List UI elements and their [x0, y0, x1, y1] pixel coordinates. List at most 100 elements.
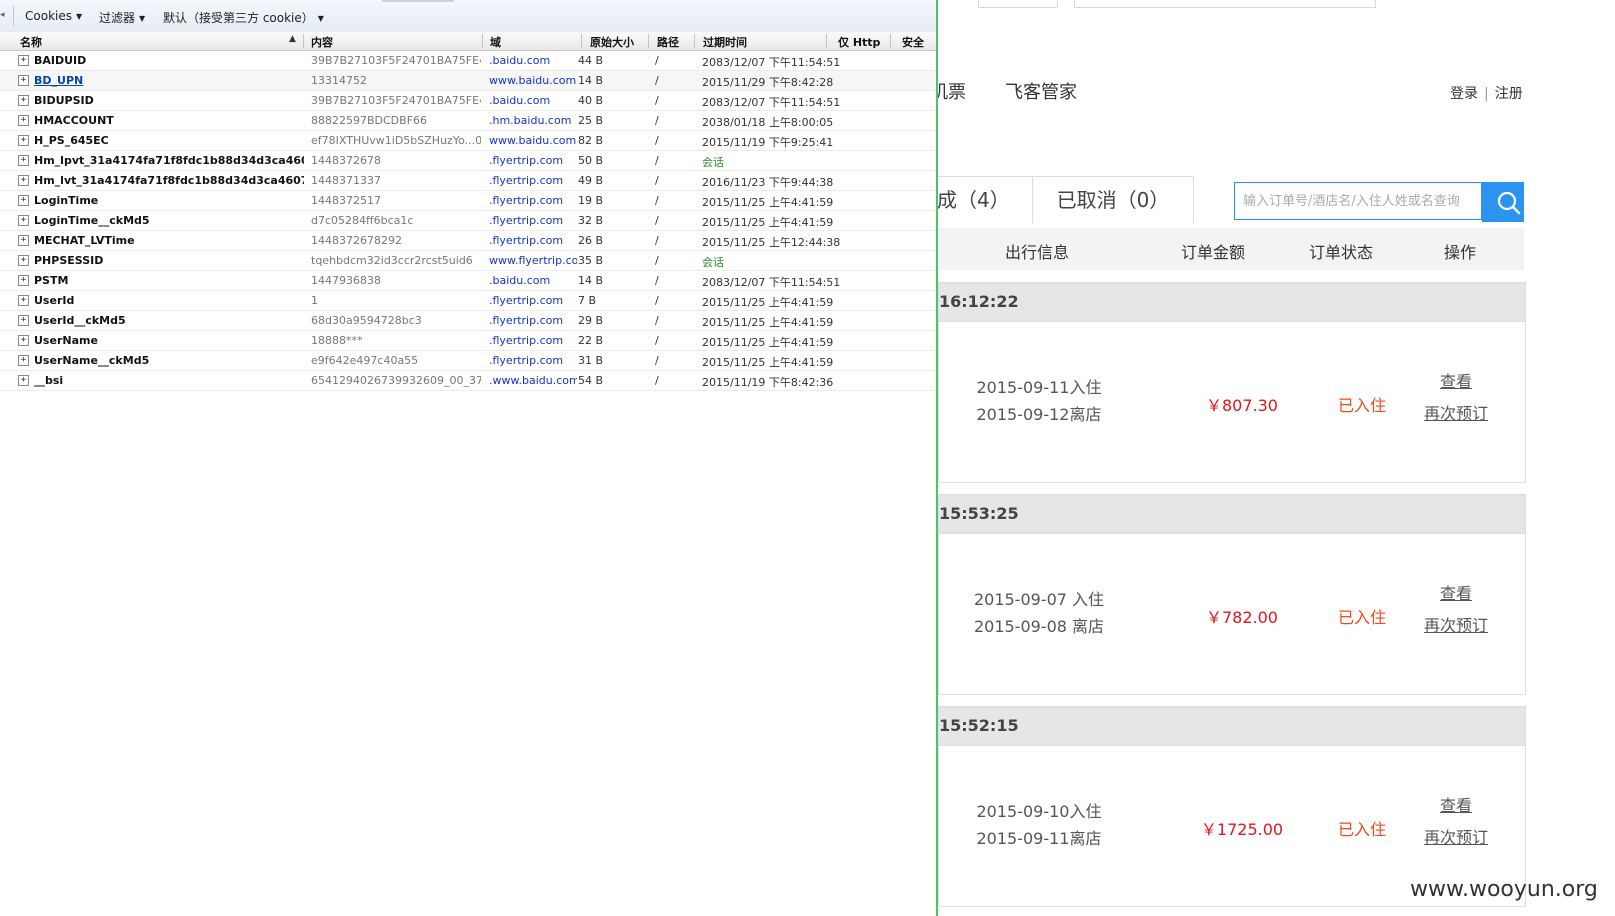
- view-order-link[interactable]: 查看: [1406, 366, 1506, 398]
- expand-icon[interactable]: +: [18, 355, 29, 366]
- expand-icon[interactable]: +: [18, 195, 29, 206]
- cookie-path: /: [655, 154, 659, 167]
- cookie-domain: .flyertrip.com: [489, 334, 564, 347]
- cookie-value: 88822597BDCDBF66: [311, 114, 428, 127]
- tab-completed[interactable]: 成（4）: [930, 176, 1040, 223]
- expand-icon[interactable]: +: [18, 155, 29, 166]
- cookie-size: 44 B: [578, 54, 604, 67]
- column-domain[interactable]: 域: [490, 34, 501, 50]
- cookie-row[interactable]: + BIDUPSID 39B7B27103F5F24701BA75FE4F0E .ba…: [0, 91, 936, 111]
- column-divider[interactable]: [581, 34, 582, 48]
- cookie-path: /: [655, 74, 659, 87]
- cookie-row[interactable]: + __bsi 6541294026739932609_00_37_R_ .www.b…: [0, 371, 936, 391]
- cookie-size: 29 B: [578, 314, 604, 327]
- expand-icon[interactable]: +: [18, 235, 29, 246]
- cookie-row[interactable]: + MECHAT_LVTime 1448372678292 .flyertrip.co…: [0, 231, 936, 251]
- cookie-value: e9f642e497c40a55: [311, 354, 419, 367]
- order-time: 15:53:25: [939, 495, 1525, 534]
- cookie-row[interactable]: + LoginTime__ckMd5 d7c05284ff6bca1c .flyert…: [0, 211, 936, 231]
- expand-icon[interactable]: +: [18, 295, 29, 306]
- auth-separator: |: [1484, 86, 1489, 102]
- toolbar-grip-icon[interactable]: ◂: [0, 10, 5, 20]
- cookie-value: 18888***: [311, 334, 363, 347]
- expand-icon[interactable]: +: [18, 115, 29, 126]
- order-search-input[interactable]: [1234, 182, 1482, 220]
- chevron-down-icon: ▼: [139, 14, 146, 23]
- cookie-expires: 2083/12/07 下午11:54:51: [702, 56, 841, 69]
- column-path[interactable]: 路径: [657, 34, 679, 50]
- cookie-row[interactable]: + BAIDUID 39B7B27103F5F24701BA75FE4F0E .bai…: [0, 51, 936, 71]
- column-http-only[interactable]: 仅 Http: [838, 34, 880, 50]
- cookie-size: 35 B: [578, 254, 604, 267]
- column-secure[interactable]: 安全: [902, 34, 924, 50]
- header-action: 操作: [1444, 243, 1477, 262]
- cookie-expires: 2083/12/07 下午11:54:51: [702, 276, 841, 289]
- search-button[interactable]: [1482, 182, 1524, 222]
- order-time: 16:12:22: [939, 283, 1525, 322]
- cookie-size: 19 B: [578, 194, 604, 207]
- expand-icon[interactable]: +: [18, 95, 29, 106]
- rebook-link[interactable]: 再次预订: [1406, 822, 1506, 854]
- cookie-policy-menu[interactable]: 默认（接受第三方 cookie） ▼: [163, 9, 324, 26]
- cookie-expires: 2038/01/18 上午8:00:05: [702, 116, 834, 129]
- cookie-name: UserId__ckMd5: [34, 314, 126, 327]
- order-amount: ￥1725.00: [1200, 820, 1284, 839]
- column-divider[interactable]: [826, 34, 827, 48]
- cookie-domain: www.baidu.com: [489, 74, 577, 87]
- tab-cancelled[interactable]: 已取消（0）: [1032, 176, 1194, 223]
- cookie-row[interactable]: + Hm_lvt_31a4174fa71f8fdc1b88d34d3ca4607e…: [0, 171, 936, 191]
- expand-icon[interactable]: +: [18, 55, 29, 66]
- cookie-path: /: [655, 214, 659, 227]
- column-divider[interactable]: [303, 34, 304, 48]
- cookie-row[interactable]: + UserId__ckMd5 68d30a9594728bc3 .flyertrip…: [0, 311, 936, 331]
- filter-menu[interactable]: 过滤器 ▼: [99, 9, 145, 26]
- rebook-link[interactable]: 再次预订: [1406, 398, 1506, 430]
- cookie-expires: 2015/11/25 上午4:41:59: [702, 336, 834, 349]
- cookie-value: 1448372678292: [311, 234, 402, 247]
- sort-asc-icon: ▲: [289, 34, 296, 44]
- column-name[interactable]: 名称: [20, 34, 42, 50]
- column-size[interactable]: 原始大小: [590, 34, 634, 50]
- cookie-value: 13314752: [311, 74, 367, 87]
- cookie-expires: 2015/11/19 下午9:25:41: [702, 136, 834, 149]
- cookie-row[interactable]: + PHPSESSID tqehbdcm32id3ccr2rcst5uid6 www.…: [0, 251, 936, 271]
- column-divider[interactable]: [482, 34, 483, 48]
- expand-icon[interactable]: +: [18, 315, 29, 326]
- view-order-link[interactable]: 查看: [1406, 578, 1506, 610]
- cookie-row[interactable]: + Hm_lpvt_31a4174fa71f8fdc1b88d34d3ca4607…: [0, 151, 936, 171]
- cookie-manager-window: ◂ Cookies ▼ 过滤器 ▼ 默认（接受第三方 cookie） ▼ 名称 ▲ 内…: [0, 0, 938, 916]
- cookies-menu[interactable]: Cookies ▼: [25, 9, 82, 23]
- cookie-row[interactable]: + H_PS_645EC ef78IXTHUvw1iD5bSZHuzYo...0dP…: [0, 131, 936, 151]
- cookie-name: HMACCOUNT: [34, 114, 114, 127]
- browser-address-bar[interactable]: [1074, 0, 1376, 8]
- column-expires[interactable]: 过期时间: [703, 34, 747, 50]
- column-divider[interactable]: [890, 34, 891, 48]
- cookie-row[interactable]: + UserName 18888*** .flyertrip.com 22 B / 2015…: [0, 331, 936, 351]
- cookie-row[interactable]: + HMACCOUNT 88822597BDCDBF66 .hm.baidu.com 2…: [0, 111, 936, 131]
- cookie-expires: 2015/11/25 上午4:41:59: [702, 196, 834, 209]
- cookie-row[interactable]: + UserName__ckMd5 e9f642e497c40a55 .flyertr…: [0, 351, 936, 371]
- column-divider[interactable]: [694, 34, 695, 48]
- cookie-row[interactable]: + LoginTime 1448372517 .flyertrip.com 19 B / 2…: [0, 191, 936, 211]
- cookie-row[interactable]: + UserId 1 .flyertrip.com 7 B / 2015/11/25 上午4…: [0, 291, 936, 311]
- cookie-row[interactable]: + BD_UPN 13314752 www.baidu.com 14 B / 2015/11…: [0, 71, 936, 91]
- login-link[interactable]: 登录: [1450, 83, 1478, 103]
- column-value[interactable]: 内容: [311, 34, 333, 50]
- expand-icon[interactable]: +: [18, 255, 29, 266]
- view-order-link[interactable]: 查看: [1406, 790, 1506, 822]
- expand-icon[interactable]: +: [18, 175, 29, 186]
- expand-icon[interactable]: +: [18, 135, 29, 146]
- expand-icon[interactable]: +: [18, 215, 29, 226]
- browser-input-stub[interactable]: [978, 0, 1058, 8]
- filter-menu-label: 过滤器: [99, 11, 136, 25]
- nav-item-flyer-manager[interactable]: 飞客管家: [1005, 78, 1077, 104]
- expand-icon[interactable]: +: [18, 335, 29, 346]
- expand-icon[interactable]: +: [18, 375, 29, 386]
- rebook-link[interactable]: 再次预订: [1406, 610, 1506, 642]
- expand-icon[interactable]: +: [18, 75, 29, 86]
- expand-icon[interactable]: +: [18, 275, 29, 286]
- cookie-row[interactable]: + PSTM 1447936838 .baidu.com 14 B / 2083/12/07…: [0, 271, 936, 291]
- cookie-domain: .flyertrip.com: [489, 354, 564, 367]
- column-divider[interactable]: [648, 34, 649, 48]
- register-link[interactable]: 注册: [1495, 83, 1523, 103]
